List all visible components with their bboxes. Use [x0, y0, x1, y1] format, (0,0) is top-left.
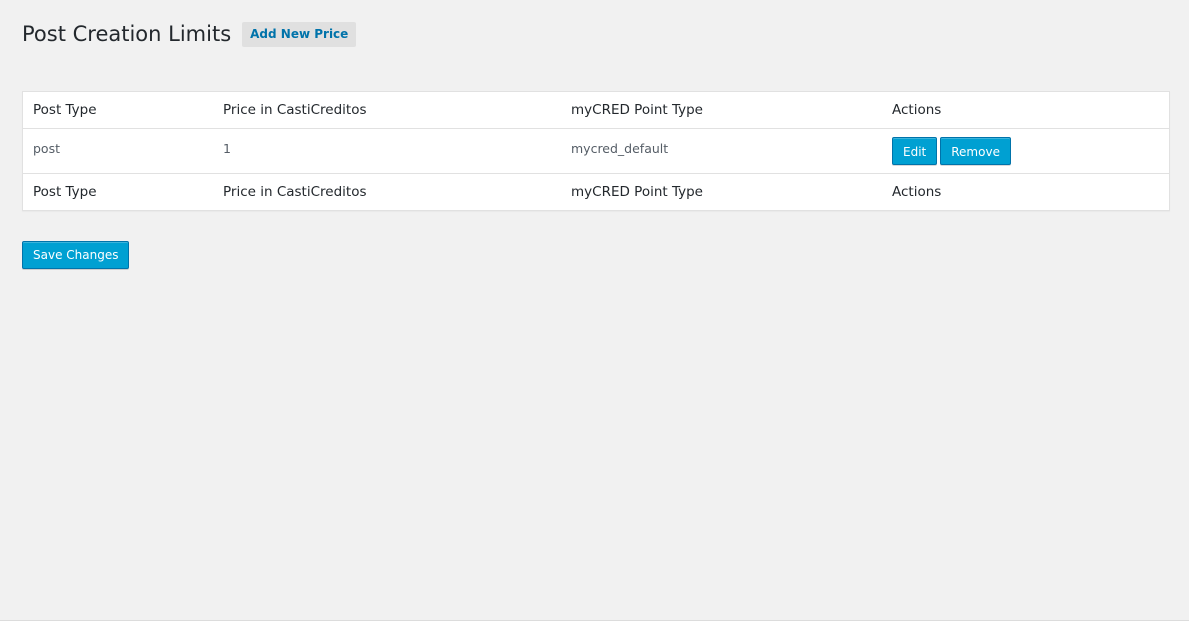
footer-column-point-type[interactable]: myCRED Point Type: [561, 173, 882, 211]
save-changes-button[interactable]: Save Changes: [22, 241, 130, 269]
add-new-price-button[interactable]: Add New Price: [242, 21, 357, 47]
column-header-actions: Actions: [882, 91, 1170, 129]
cell-price: 1: [223, 141, 231, 156]
table-header: Post Type Price in CastiCreditos myCRED …: [22, 91, 1170, 129]
table-footer: Post Type Price in CastiCreditos myCRED …: [22, 173, 1170, 211]
column-header-price[interactable]: Price in CastiCreditos: [213, 91, 561, 129]
table-row: post 1 mycred_default Edit Remove: [23, 129, 1170, 174]
page-title: Post Creation Limits: [22, 22, 232, 46]
column-header-post-type[interactable]: Post Type: [22, 91, 213, 129]
footer-column-actions: Actions: [882, 173, 1170, 211]
table-body: post 1 mycred_default Edit Remove: [23, 129, 1170, 174]
footer-row: Post Type Price in CastiCreditos myCRED …: [22, 173, 1170, 211]
footer-column-post-type[interactable]: Post Type: [22, 173, 213, 211]
heading-row: Post Creation Limits Add New Price: [22, 20, 357, 48]
page: { "header": { "title": "Post Creation Li…: [0, 0, 1189, 621]
remove-button[interactable]: Remove: [940, 137, 1011, 165]
prices-table: Post Type Price in CastiCreditos myCRED …: [22, 91, 1170, 211]
cell-point-type: mycred_default: [571, 141, 669, 156]
edit-button[interactable]: Edit: [892, 137, 938, 165]
cell-post-type: post: [33, 141, 60, 156]
cell-actions: Edit Remove: [882, 129, 1170, 174]
header-row: Post Type Price in CastiCreditos myCRED …: [22, 91, 1170, 129]
column-header-point-type[interactable]: myCRED Point Type: [561, 91, 882, 129]
footer-column-price[interactable]: Price in CastiCreditos: [213, 173, 561, 211]
